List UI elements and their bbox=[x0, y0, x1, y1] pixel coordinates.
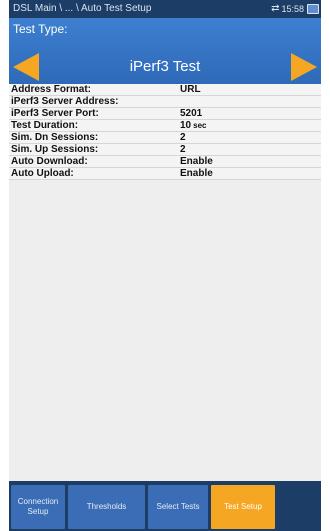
status-area: ⇄ 15:58 bbox=[271, 0, 319, 18]
parameter-list: Address Format: URL iPerf3 Server Addres… bbox=[9, 84, 321, 180]
tab-thresholds[interactable]: Thresholds bbox=[68, 485, 145, 529]
device-bezel-right bbox=[321, 0, 330, 531]
param-value: 2 bbox=[180, 144, 186, 155]
network-arrows-icon: ⇄ bbox=[271, 3, 280, 14]
next-arrow-icon[interactable] bbox=[291, 53, 317, 81]
param-row-auto-upload[interactable]: Auto Upload: Enable bbox=[9, 168, 321, 180]
param-value: 5201 bbox=[180, 108, 203, 119]
test-type-value[interactable]: iPerf3 Test bbox=[49, 54, 281, 80]
param-value: 2 bbox=[180, 132, 186, 143]
param-label: Auto Upload: bbox=[11, 168, 74, 179]
param-unit: sec bbox=[193, 121, 207, 130]
device-bezel-left bbox=[0, 0, 9, 531]
param-row-address-format[interactable]: Address Format: URL bbox=[9, 84, 321, 96]
param-row-up-sessions[interactable]: Sim. Up Sessions: 2 bbox=[9, 144, 321, 156]
param-label: Address Format: bbox=[11, 84, 92, 95]
param-value: Enable bbox=[180, 168, 213, 179]
test-type-label: Test Type: bbox=[13, 22, 68, 36]
param-row-server-address[interactable]: iPerf3 Server Address: bbox=[9, 96, 321, 108]
title-bar: DSL Main \ ... \ Auto Test Setup ⇄ 15:58 bbox=[9, 0, 321, 18]
param-label: iPerf3 Server Address: bbox=[11, 96, 119, 107]
bottom-tab-bar: Connection Setup Thresholds Select Tests… bbox=[9, 481, 321, 531]
param-row-server-port[interactable]: iPerf3 Server Port: 5201 bbox=[9, 108, 321, 120]
param-value: 10 bbox=[180, 120, 192, 131]
breadcrumb: DSL Main \ ... \ Auto Test Setup bbox=[13, 3, 152, 14]
param-label: Test Duration: bbox=[11, 120, 79, 131]
param-value-wrap: 10 sec bbox=[180, 120, 206, 131]
previous-arrow-icon[interactable] bbox=[13, 53, 39, 81]
tab-connection-setup[interactable]: Connection Setup bbox=[11, 485, 65, 529]
test-type-panel: Test Type: iPerf3 Test bbox=[9, 18, 321, 84]
param-label: Sim. Up Sessions: bbox=[11, 144, 99, 155]
param-value: Enable bbox=[180, 156, 213, 167]
tab-test-setup[interactable]: Test Setup bbox=[211, 485, 275, 529]
param-label: Auto Download: bbox=[11, 156, 88, 167]
tab-select-tests[interactable]: Select Tests bbox=[148, 485, 208, 529]
test-type-selector: iPerf3 Test bbox=[9, 52, 321, 82]
battery-icon bbox=[307, 4, 319, 14]
param-label: iPerf3 Server Port: bbox=[11, 108, 99, 119]
screen: DSL Main \ ... \ Auto Test Setup ⇄ 15:58… bbox=[9, 0, 321, 531]
param-label: Sim. Dn Sessions: bbox=[11, 132, 99, 143]
param-row-dn-sessions[interactable]: Sim. Dn Sessions: 2 bbox=[9, 132, 321, 144]
param-value: URL bbox=[180, 84, 201, 95]
clock: 15:58 bbox=[281, 4, 304, 14]
param-row-auto-download[interactable]: Auto Download: Enable bbox=[9, 156, 321, 168]
param-row-test-duration[interactable]: Test Duration: 10 sec bbox=[9, 120, 321, 132]
